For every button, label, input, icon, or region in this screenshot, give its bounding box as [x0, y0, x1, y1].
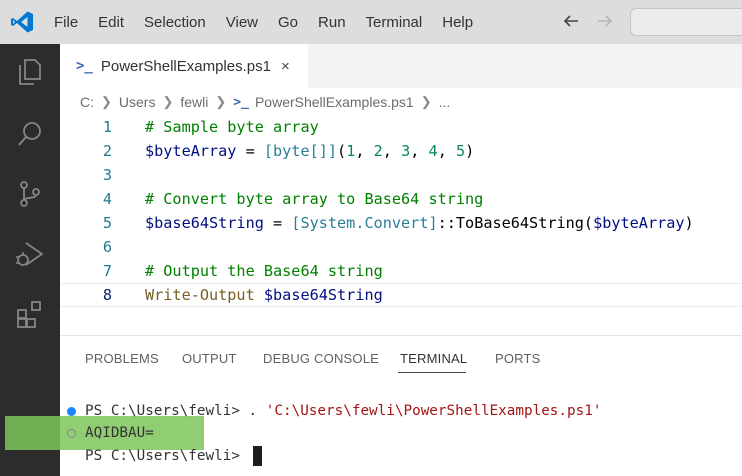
line-number: 8 [102, 286, 112, 304]
source-control-icon[interactable] [14, 178, 46, 210]
terminal-output: AQIDBAU= [85, 425, 154, 441]
command-success-dot-icon[interactable] [67, 406, 76, 416]
chevron-right-icon: ❯ [162, 94, 174, 109]
code-token: 2 [373, 142, 383, 160]
close-icon[interactable]: × [281, 58, 290, 75]
menu-bar: File Edit Selection View Go Run Terminal… [54, 0, 493, 44]
code-line[interactable]: 3 [60, 163, 742, 187]
code-token: , [437, 142, 456, 160]
code-token: , [355, 142, 374, 160]
code-token: 5 [456, 142, 466, 160]
code-token: ::ToBase64String( [437, 214, 594, 232]
code-token: $base64String [145, 214, 264, 232]
line-number: 6 [102, 238, 112, 256]
code-text: Write-Output $base64String [145, 286, 383, 304]
code-text: $byteArray = [byte[]](1, 2, 3, 4, 5) [145, 142, 474, 160]
command-center-search[interactable] [630, 8, 742, 36]
line-number: 7 [102, 262, 112, 280]
breadcrumb-file[interactable]: PowerShellExamples.ps1 [255, 94, 414, 110]
terminal-line: AQIDBAU= [60, 422, 742, 444]
chevron-right-icon: ❯ [420, 94, 432, 109]
menu-edit[interactable]: Edit [98, 14, 124, 31]
code-token: [System.Convert] [291, 214, 438, 232]
breadcrumb-drive[interactable]: C: [80, 94, 94, 110]
terminal-prompt: PS C:\Users\fewli> [85, 446, 262, 466]
code-token: 1 [346, 142, 356, 160]
code-token: Write-Output [145, 286, 255, 304]
search-icon[interactable] [14, 118, 46, 150]
code-line[interactable]: 7 # Output the Base64 string [60, 259, 742, 283]
menu-run[interactable]: Run [318, 14, 346, 31]
menu-file[interactable]: File [54, 14, 78, 31]
code-line[interactable]: 6 [60, 235, 742, 259]
tab-label: PowerShellExamples.ps1 [100, 57, 271, 75]
code-token: = [236, 142, 264, 160]
editor-tabs: >_ PowerShellExamples.ps1 × [60, 44, 742, 88]
code-token: ) [684, 214, 694, 232]
menu-view[interactable]: View [226, 14, 258, 31]
code-editor[interactable]: 1 # Sample byte array 2 $byteArray = [byte[… [60, 115, 742, 315]
powershell-file-icon: >_ [233, 94, 249, 110]
menu-selection[interactable]: Selection [144, 14, 206, 31]
code-text: # Sample byte array [145, 118, 319, 136]
terminal-area[interactable]: PS C:\Users\fewli> . 'C:\Users\fewli\Pow… [60, 335, 742, 476]
code-text: # Convert byte array to Base64 string [145, 190, 483, 208]
code-token: 4 [428, 142, 438, 160]
menu-go[interactable]: Go [278, 14, 298, 31]
code-token: $byteArray [145, 142, 237, 160]
code-token: $base64String [263, 286, 383, 304]
code-token: ( [337, 142, 347, 160]
code-token: ) [465, 142, 475, 160]
code-token: , [382, 142, 402, 160]
code-token: # Output the Base64 string [145, 262, 383, 280]
line-number: 1 [102, 118, 112, 136]
code-line[interactable]: 8 Write-Output $base64String [60, 283, 742, 307]
code-text: # Output the Base64 string [145, 262, 383, 280]
code-token: $byteArray [593, 214, 685, 232]
code-token: 3 [401, 142, 411, 160]
code-line[interactable]: 5 $base64String = [System.Convert]::ToBas… [60, 211, 742, 235]
tab-powershell-examples[interactable]: >_ PowerShellExamples.ps1 × [60, 44, 308, 88]
title-bar: File Edit Selection View Go Run Terminal… [0, 0, 742, 44]
breadcrumb-fewli[interactable]: fewli [180, 94, 208, 110]
line-number: 4 [102, 190, 112, 208]
code-line[interactable]: 4 # Convert byte array to Base64 string [60, 187, 742, 211]
code-token: # Convert byte array to Base64 string [145, 190, 484, 208]
breadcrumb-more[interactable]: ... [439, 94, 451, 110]
chevron-right-icon: ❯ [101, 94, 112, 109]
menu-terminal[interactable]: Terminal [366, 14, 423, 31]
terminal-cursor [252, 446, 262, 466]
activity-bar [0, 44, 60, 476]
files-icon[interactable] [14, 56, 46, 88]
code-token: = [263, 214, 292, 232]
forward-arrow-icon[interactable] [594, 10, 616, 32]
terminal-line: PS C:\Users\fewli> [60, 445, 742, 467]
menu-help[interactable]: Help [442, 14, 473, 31]
line-number: 5 [102, 214, 112, 232]
terminal-line: PS C:\Users\fewli> . 'C:\Users\fewli\Pow… [60, 400, 742, 422]
code-token: , [410, 142, 429, 160]
powershell-file-icon: >_ [76, 58, 93, 74]
code-line[interactable]: 1 # Sample byte array [60, 115, 742, 139]
code-token: # Sample byte array [145, 118, 319, 136]
terminal-text: PS C:\Users\fewli> . 'C:\Users\fewli\Pow… [85, 403, 602, 419]
code-line[interactable]: 2 $byteArray = [byte[]](1, 2, 3, 4, 5) [60, 139, 742, 163]
extensions-icon[interactable] [14, 298, 46, 330]
line-number: 3 [102, 166, 112, 184]
command-dot-icon[interactable] [67, 428, 76, 438]
chevron-right-icon: ❯ [215, 94, 227, 109]
code-text: $base64String = [System.Convert]::ToBase… [145, 214, 694, 232]
line-number: 2 [102, 142, 112, 160]
vscode-logo-icon[interactable] [10, 10, 34, 34]
breadcrumb-users[interactable]: Users [119, 94, 156, 110]
back-arrow-icon[interactable] [560, 10, 582, 32]
code-token: [byte[]] [263, 142, 338, 160]
run-debug-icon[interactable] [14, 238, 46, 270]
breadcrumb: C: ❯ Users ❯ fewli ❯ >_ PowerShellExampl… [60, 88, 742, 116]
